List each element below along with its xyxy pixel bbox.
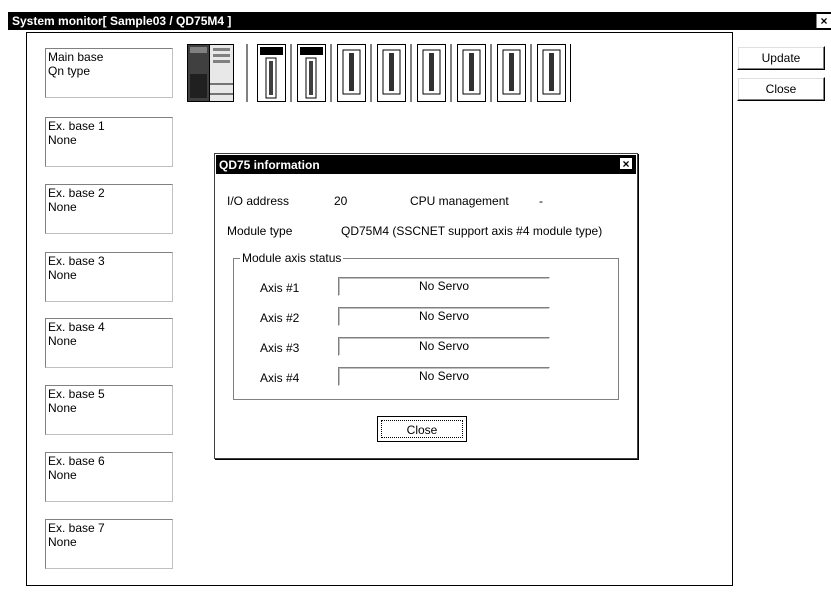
dialog-close-icon[interactable]: ×	[619, 157, 633, 171]
title-bar[interactable]: System monitor[ Sample03 / QD75M4 ] ×	[8, 12, 831, 30]
axis-2-status: No Servo	[338, 307, 550, 326]
axis-2-label: Axis #2	[260, 311, 300, 325]
io-address-value: 20	[334, 194, 348, 208]
module-axis-status-group: Module axis status Axis #1 No Servo Axis…	[233, 251, 619, 400]
base-box-ex5[interactable]: Ex. base 5 None	[45, 385, 173, 435]
axis-3-label: Axis #3	[260, 341, 300, 355]
dialog-close-button[interactable]: Close	[377, 416, 467, 442]
base-name: Ex. base 6	[48, 454, 105, 468]
axis-1-status: No Servo	[338, 277, 550, 296]
dialog-close-label: Close	[381, 420, 463, 438]
base-name: Ex. base 1	[48, 119, 105, 133]
module-slot-3-icon[interactable]	[377, 44, 406, 102]
cpu-management-value: -	[539, 194, 543, 208]
power-supply-module-icon[interactable]	[187, 44, 210, 102]
io-address-label: I/O address	[227, 194, 290, 208]
io-module-slot-1-icon[interactable]	[297, 44, 326, 102]
close-icon[interactable]: ×	[816, 14, 831, 28]
base-name: Main base	[48, 50, 104, 64]
dialog-title: QD75 information	[219, 158, 320, 172]
module-slot-7-icon[interactable]	[537, 44, 566, 102]
base-box-ex7[interactable]: Ex. base 7 None	[45, 519, 173, 569]
base-box-ex3[interactable]: Ex. base 3 None	[45, 252, 173, 302]
axis-3-status: No Servo	[338, 337, 550, 356]
window-title: System monitor[ Sample03 / QD75M4 ]	[12, 14, 232, 28]
module-type-value: QD75M4 (SSCNET support axis #4 module ty…	[341, 224, 603, 238]
module-slot-4-icon[interactable]	[417, 44, 446, 102]
main-base-rack	[187, 44, 571, 102]
cpu-module-icon[interactable]	[209, 44, 234, 102]
axis-1-label: Axis #1	[260, 281, 300, 295]
base-name: Ex. base 4	[48, 320, 105, 334]
dialog-title-bar[interactable]: QD75 information ×	[216, 155, 636, 174]
base-name: Ex. base 3	[48, 254, 105, 268]
update-button[interactable]: Update	[737, 46, 825, 70]
base-name: Ex. base 7	[48, 521, 105, 535]
module-type-label: Module type	[227, 224, 293, 238]
base-type: None	[48, 401, 77, 415]
base-box-ex4[interactable]: Ex. base 4 None	[45, 318, 173, 368]
base-box-ex2[interactable]: Ex. base 2 None	[45, 184, 173, 234]
base-name: Ex. base 5	[48, 387, 105, 401]
module-slot-6-icon[interactable]	[497, 44, 526, 102]
base-type: None	[48, 535, 77, 549]
module-slot-5-icon[interactable]	[457, 44, 486, 102]
cpu-management-label: CPU management	[410, 194, 509, 208]
qd75-information-dialog: QD75 information × I/O address 20 CPU ma…	[214, 153, 638, 459]
module-slot-2-icon[interactable]	[337, 44, 366, 102]
base-type: None	[48, 200, 77, 214]
base-box-main[interactable]: Main base Qn type	[45, 48, 173, 98]
axis-4-label: Axis #4	[260, 371, 300, 385]
base-type: Qn type	[48, 64, 91, 78]
axis-4-status: No Servo	[338, 367, 550, 386]
base-type: None	[48, 133, 77, 147]
base-type: None	[48, 468, 77, 482]
io-module-slot-0-icon[interactable]	[257, 44, 286, 102]
base-box-ex1[interactable]: Ex. base 1 None	[45, 117, 173, 167]
base-type: None	[48, 268, 77, 282]
close-button[interactable]: Close	[737, 77, 825, 101]
base-type: None	[48, 334, 77, 348]
group-legend: Module axis status	[240, 251, 344, 265]
base-box-ex6[interactable]: Ex. base 6 None	[45, 452, 173, 502]
base-name: Ex. base 2	[48, 186, 105, 200]
